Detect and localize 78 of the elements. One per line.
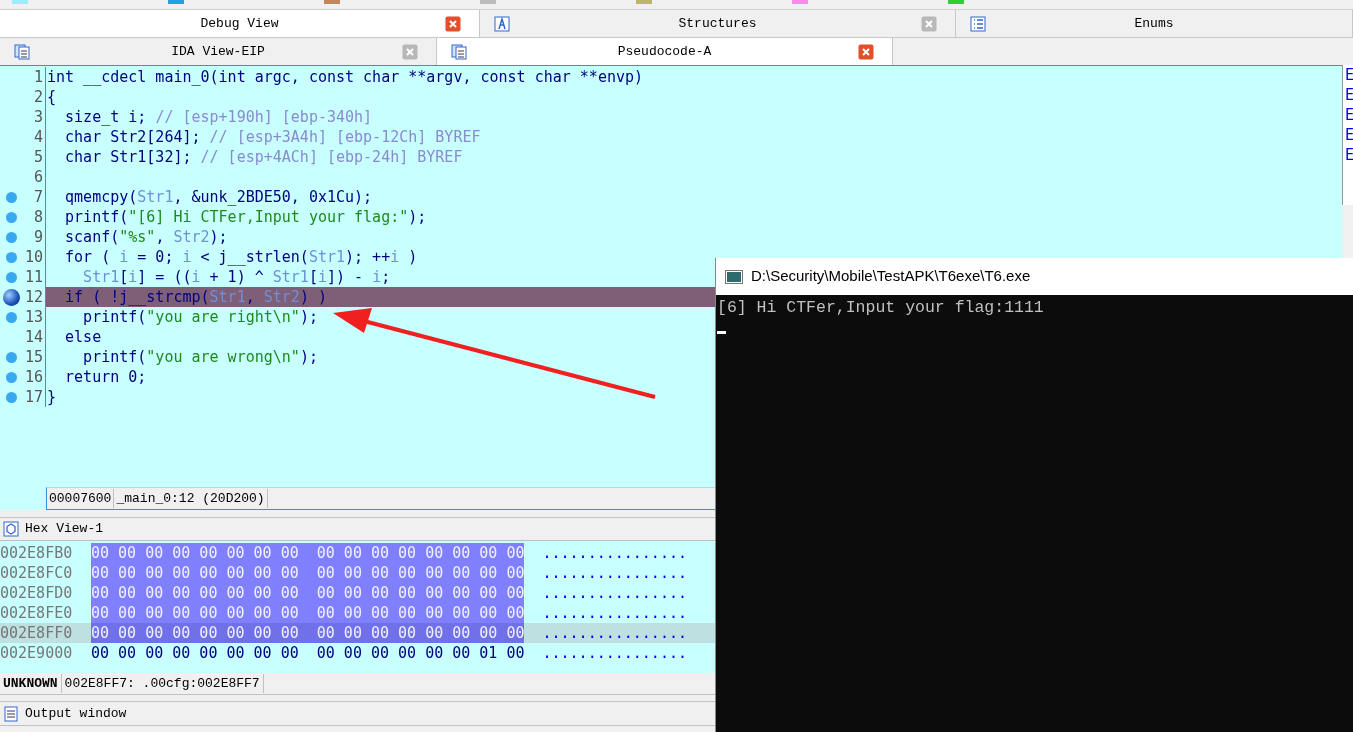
line-number: 11 bbox=[24, 266, 43, 288]
hexagon-icon bbox=[3, 521, 19, 537]
code-line: char Str2[264]; // [esp+3A4h] [ebp-12Ch] BYREF bbox=[64, 126, 481, 148]
line-number: 10 bbox=[24, 246, 43, 268]
status-text: UNKNOWN bbox=[0, 673, 62, 694]
list-item[interactable]: E bbox=[1343, 105, 1353, 125]
status-text: 002E8FF7: .00cfg:002E8FF7 bbox=[61, 673, 264, 694]
hex-address: 002E8FE0 bbox=[0, 602, 74, 624]
code-line: printf("you are wrong\n"); bbox=[82, 346, 318, 368]
close-icon[interactable] bbox=[445, 15, 461, 32]
code-line: for ( i = 0; i < j__strlen(Str1); ++i ) bbox=[64, 246, 418, 268]
ascii-text: ................ bbox=[542, 582, 687, 604]
document-icon bbox=[14, 43, 30, 60]
close-icon[interactable] bbox=[402, 43, 418, 60]
tab[interactable]: Debug View bbox=[0, 10, 480, 37]
line-number: 14 bbox=[24, 326, 43, 348]
status-text: _main_0:12 (20D200) bbox=[114, 488, 268, 509]
window-title: D:\Security\Mobile\TestAPK\T6exe\T6.exe bbox=[751, 266, 1031, 287]
ascii-text: ................ bbox=[542, 542, 687, 564]
code-line: else bbox=[64, 326, 102, 348]
code-line: size_t i; // [esp+190h] [ebp-340h] bbox=[64, 106, 373, 128]
line-number: 1 bbox=[33, 66, 43, 88]
line-number: 15 bbox=[24, 346, 43, 368]
line-number: 2 bbox=[33, 86, 43, 108]
code-line: { bbox=[47, 86, 57, 108]
hex-bytes: 00 00 00 00 00 00 00 00 00 00 00 00 00 00 00 00 bbox=[91, 583, 525, 603]
panel-title: Output window bbox=[25, 704, 127, 723]
hex-address: 002E8FD0 bbox=[0, 582, 74, 604]
console-text: [6] Hi CTFer,Input your flag:1111 bbox=[716, 297, 1045, 319]
document-icon bbox=[451, 43, 467, 60]
list-item[interactable]: E bbox=[1343, 145, 1353, 165]
code-line: char Str1[32]; // [esp+4ACh] [ebp-24h] BYREF bbox=[64, 146, 463, 168]
hex-address: 002E9000 bbox=[0, 642, 74, 664]
code-line: int __cdecl main_0(int argc, const char **argv, const char **envp) bbox=[47, 66, 644, 88]
line-number: 16 bbox=[24, 366, 43, 388]
hex-address: 002E8FB0 bbox=[0, 542, 74, 564]
ascii-text: ................ bbox=[542, 602, 687, 624]
code-line: qmemcpy(Str1, &unk_2BDE50, 0x1Cu); bbox=[64, 186, 373, 208]
hex-address: 002E8FC0 bbox=[0, 562, 74, 584]
ascii-text: ................ bbox=[542, 642, 687, 664]
close-icon[interactable] bbox=[858, 43, 874, 60]
line-number: 17 bbox=[24, 386, 43, 408]
code-line: if ( !j__strcmp(Str1, Str2) ) bbox=[64, 286, 327, 308]
line-number: 6 bbox=[33, 166, 43, 188]
tab[interactable]: Pseudocode-A bbox=[437, 38, 893, 65]
line-number: 12 bbox=[24, 286, 43, 308]
line-number: 3 bbox=[33, 106, 43, 128]
list-item[interactable]: E bbox=[1343, 65, 1353, 85]
code-line: printf("[6] Hi CTFer,Input your flag:"); bbox=[64, 206, 427, 228]
hex-bytes: 00 00 00 00 00 00 00 00 00 00 00 00 00 00 00 00 bbox=[91, 623, 525, 643]
cursor-icon bbox=[717, 330, 726, 334]
line-number: 13 bbox=[24, 306, 43, 328]
panel-title: Hex View-1 bbox=[25, 520, 103, 539]
line-number: 7 bbox=[33, 186, 43, 208]
status-text: 00007600 bbox=[47, 488, 115, 509]
line-number: 8 bbox=[33, 206, 43, 228]
hex-bytes: 00 00 00 00 00 00 00 00 00 00 00 00 00 00 00 00 bbox=[91, 543, 525, 563]
code-line: printf("you are right\n"); bbox=[82, 306, 318, 328]
code-line: scanf("%s", Str2); bbox=[64, 226, 228, 248]
line-number: 5 bbox=[33, 146, 43, 168]
hex-bytes: 00 00 00 00 00 00 00 00 00 00 00 00 00 00 00 00 bbox=[91, 563, 525, 583]
ascii-text: ................ bbox=[542, 622, 687, 644]
close-icon[interactable] bbox=[921, 15, 937, 32]
code-line: } bbox=[47, 386, 57, 408]
document-icon bbox=[3, 705, 19, 722]
list-icon bbox=[970, 15, 986, 32]
letter-a-icon bbox=[494, 15, 510, 32]
list-item[interactable]: E bbox=[1343, 125, 1353, 145]
hex-address: 002E8FF0 bbox=[0, 622, 74, 644]
hex-bytes: 00 00 00 00 00 00 00 00 00 00 00 00 00 00 00 00 bbox=[91, 603, 525, 623]
line-number: 4 bbox=[33, 126, 43, 148]
list-item[interactable]: E bbox=[1343, 85, 1353, 105]
console-icon bbox=[725, 269, 743, 284]
line-number: 9 bbox=[33, 226, 43, 248]
code-line: Str1[i] = ((i + 1) ^ Str1[i]) - i; bbox=[82, 266, 391, 288]
ascii-text: ................ bbox=[542, 562, 687, 584]
code-line: return 0; bbox=[64, 366, 147, 388]
hex-bytes: 00 00 00 00 00 00 00 00 00 00 00 00 00 00 01 00 bbox=[91, 643, 525, 663]
